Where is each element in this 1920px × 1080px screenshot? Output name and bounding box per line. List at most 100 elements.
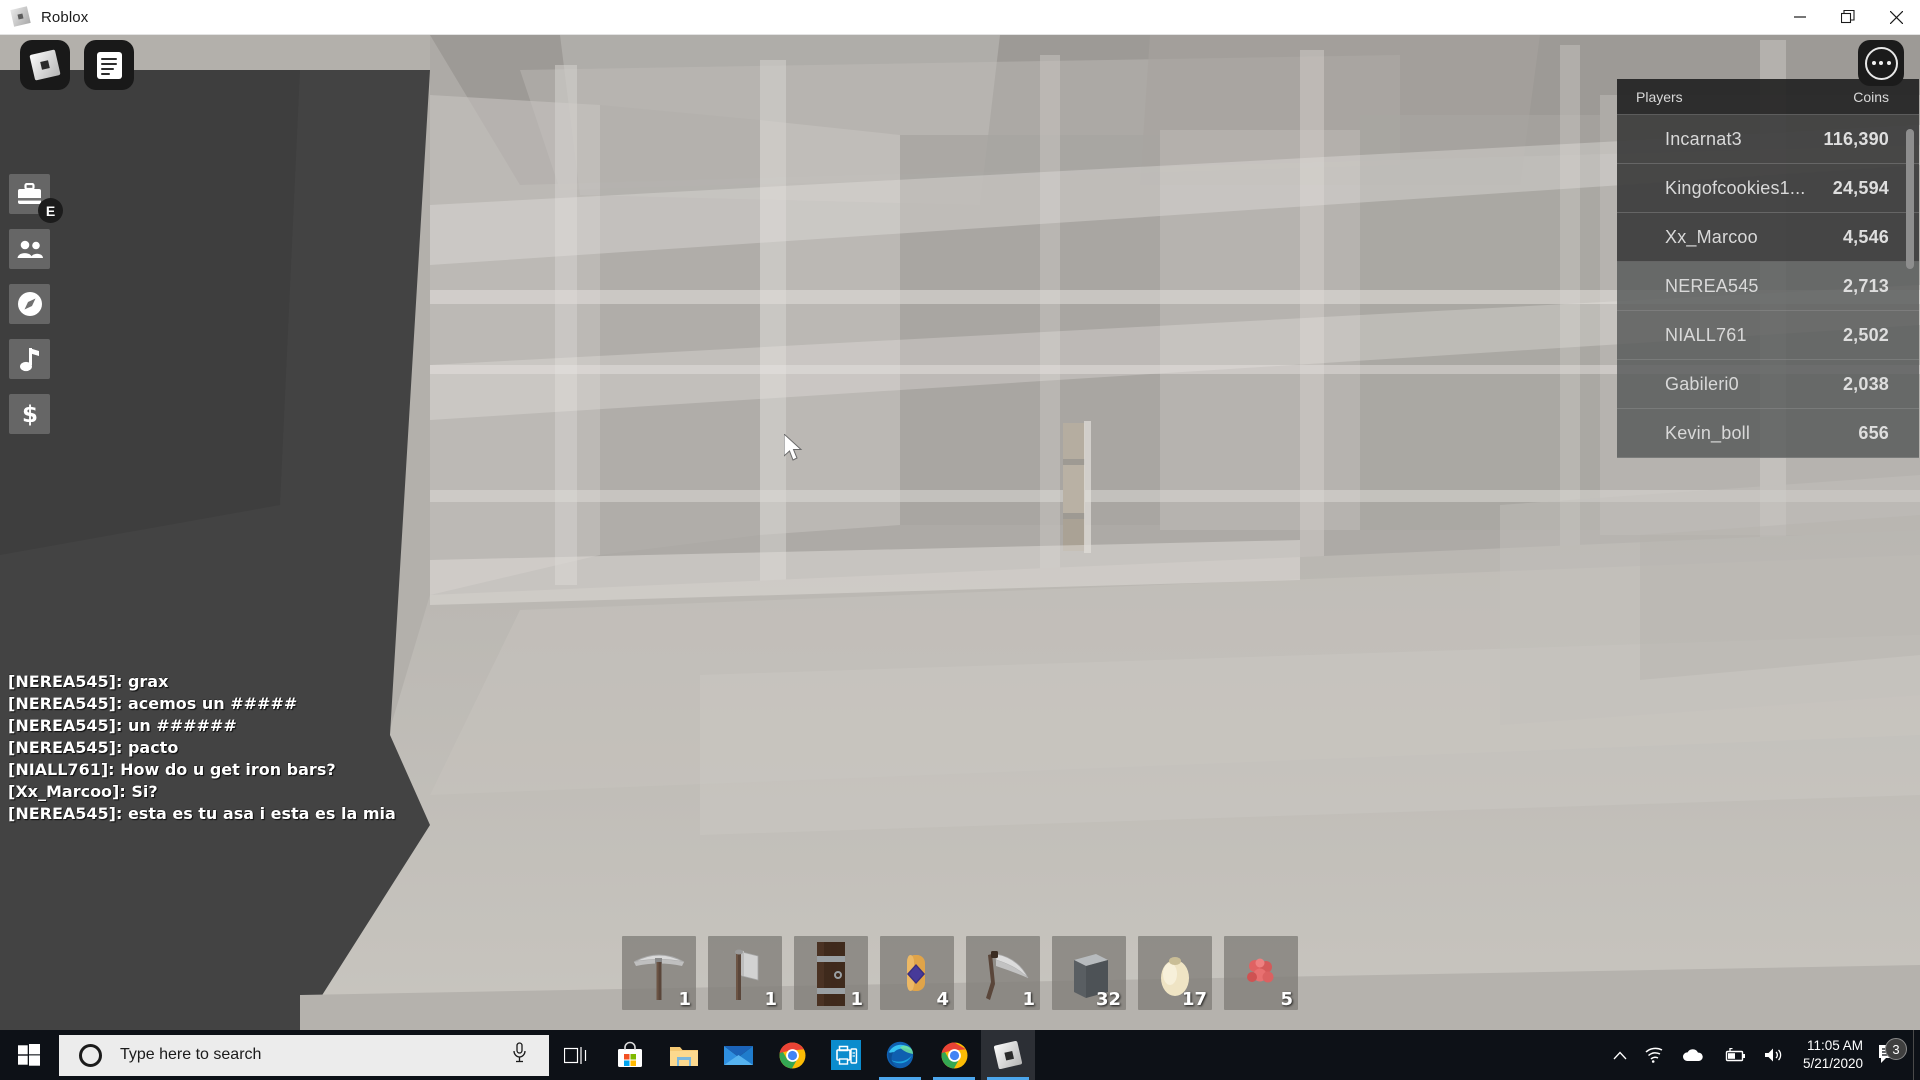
chat-document-icon (96, 51, 122, 79)
game-viewport[interactable]: E $ Players Coins Incarnat3 116,390 King… (0, 35, 1920, 1030)
leaderboard-player-name: Kevin_boll (1665, 422, 1751, 443)
leaderboard-player-coins: 116,390 (1823, 128, 1889, 149)
compass-icon (17, 292, 42, 316)
hotbar-slot-wooden-door[interactable]: 1 (794, 936, 868, 1010)
leaderboard-coins-header: Coins (1853, 88, 1889, 105)
chat-message: [NEREA545]: acemos un ##### (8, 694, 298, 713)
hotbar-slot-qty: 5 (1280, 989, 1293, 1010)
network-button[interactable] (1636, 1047, 1673, 1063)
chat-message: [NIALL761]: How do u get iron bars? (8, 760, 336, 779)
notification-count-badge: 3 (1885, 1038, 1907, 1060)
hotbar-slot-egg[interactable]: 17 (1138, 936, 1212, 1010)
show-desktop-button[interactable] (1913, 1030, 1920, 1080)
close-button[interactable] (1872, 0, 1920, 35)
leaderboard-scrollbar[interactable] (1906, 129, 1914, 269)
cortana-icon (79, 1043, 102, 1067)
hotbar-slot-berries[interactable]: 5 (1224, 936, 1298, 1010)
leaderboard-row[interactable]: Kingofcookies1... 24,594 (1617, 164, 1919, 213)
dollar-sign-icon: $ (21, 402, 37, 427)
roblox-logo-icon (993, 1040, 1023, 1070)
leaderboard-players-header: Players (1636, 88, 1683, 105)
chevron-up-icon (1613, 1051, 1627, 1059)
windows-start-icon (18, 1044, 40, 1066)
chat-message: [NEREA545]: esta es tu asa i esta es la … (8, 804, 396, 823)
backpack-button[interactable]: E (9, 174, 63, 223)
file-explorer-button[interactable] (657, 1030, 711, 1080)
show-hidden-icons-button[interactable] (1604, 1051, 1636, 1060)
task-view-button[interactable] (549, 1030, 603, 1080)
envelope-icon (723, 1046, 753, 1065)
music-button[interactable] (9, 339, 50, 379)
battery-button[interactable] (1713, 1047, 1755, 1063)
player-leaderboard[interactable]: Players Coins Incarnat3 116,390 Kingofco… (1617, 79, 1919, 458)
hotbar-slot-qty: 4 (936, 989, 949, 1010)
leaderboard-row[interactable]: Kevin_boll 656 (1617, 409, 1919, 458)
search-box[interactable]: Type here to search (59, 1034, 549, 1076)
leaderboard-row[interactable]: NIALL761 2,502 (1617, 311, 1919, 360)
leaderboard-row[interactable]: NEREA545 2,713 (1617, 262, 1919, 311)
windows-taskbar: Type here to search 11:05 AM 5/21/2020 3 (0, 1030, 1920, 1080)
chat-log: [NEREA545]: grax [NEREA545]: acemos un #… (8, 671, 568, 825)
leaderboard-player-name: NIALL761 (1665, 324, 1747, 345)
leaderboard-row[interactable]: Incarnat3 116,390 (1617, 115, 1919, 164)
chrome-button[interactable] (765, 1030, 819, 1080)
shop-button[interactable]: $ (9, 394, 50, 434)
hotbar-slot-amulet-potion[interactable]: 4 (880, 936, 954, 1010)
chat-message: [NEREA545]: grax (8, 672, 169, 691)
onedrive-button[interactable] (1673, 1048, 1713, 1062)
friends-button[interactable] (9, 229, 50, 269)
chat-toggle-button[interactable] (84, 40, 134, 90)
mail-button[interactable] (711, 1030, 765, 1080)
microsoft-store-button[interactable] (603, 1030, 657, 1080)
hotbar-slot-qty: 1 (678, 989, 691, 1010)
hotbar-slot-qty: 32 (1095, 989, 1121, 1010)
explore-button[interactable] (9, 284, 50, 324)
backpack-key-badge: E (38, 198, 63, 223)
roblox-topbar-buttons (20, 40, 134, 90)
window-title: Roblox (41, 8, 89, 26)
hotbar-slot-stone-block[interactable]: 32 (1052, 936, 1126, 1010)
volume-button[interactable] (1755, 1047, 1793, 1063)
game-sidebar-rail: E $ (9, 174, 63, 434)
roblox-logo-icon (10, 6, 32, 28)
clock-time: 11:05 AM (1806, 1038, 1863, 1053)
start-button[interactable] (0, 1030, 58, 1080)
restore-button[interactable] (1824, 0, 1872, 35)
chat-message: [NEREA545]: pacto (8, 738, 179, 757)
clock[interactable]: 11:05 AM 5/21/2020 (1793, 1037, 1877, 1073)
clock-date: 5/21/2020 (1802, 1056, 1863, 1071)
microphone-icon[interactable] (512, 1042, 527, 1068)
cloud-icon (1682, 1049, 1703, 1061)
search-input[interactable]: Type here to search (120, 1046, 261, 1064)
hotbar-slot-qty: 1 (1022, 989, 1035, 1010)
hotbar-slot-pickaxe[interactable]: 1 (622, 936, 696, 1010)
leaderboard-player-coins: 656 (1858, 422, 1889, 443)
leaderboard-player-name: Incarnat3 (1665, 128, 1742, 149)
hotbar-slot-axe[interactable]: 1 (708, 936, 782, 1010)
more-options-button[interactable] (1858, 40, 1904, 86)
leaderboard-player-coins: 2,038 (1842, 373, 1889, 394)
roblox-window-button[interactable] (981, 1030, 1035, 1080)
wifi-icon (1645, 1047, 1663, 1063)
chrome-window-button[interactable] (927, 1030, 981, 1080)
hotbar-slot-scythe[interactable]: 1 (966, 936, 1040, 1010)
roblox-menu-button[interactable] (20, 40, 70, 90)
people-icon (17, 240, 43, 258)
chat-message: [NEREA545]: un ###### (8, 716, 237, 735)
hotbar-slot-qty: 1 (764, 989, 777, 1010)
chat-message: [Xx_Marcoo]: Si? (8, 782, 158, 801)
printer-scanner-icon (831, 1040, 861, 1070)
scanner-app-button[interactable] (819, 1030, 873, 1080)
store-bag-icon (618, 1041, 642, 1067)
leaderboard-row[interactable]: Xx_Marcoo 4,546 (1617, 213, 1919, 262)
hotbar-slot-qty: 17 (1181, 989, 1207, 1010)
backpack-icon (18, 182, 41, 204)
minimize-button[interactable] (1776, 0, 1824, 35)
leaderboard-row[interactable]: Gabileri0 2,038 (1617, 360, 1919, 409)
roblox-logo-icon (29, 49, 61, 81)
edge-button[interactable] (873, 1030, 927, 1080)
mouse-cursor (783, 432, 804, 468)
leaderboard-player-name: Gabileri0 (1665, 373, 1739, 394)
folder-icon (670, 1046, 698, 1066)
notification-center-button[interactable]: 3 (1877, 1038, 1913, 1066)
